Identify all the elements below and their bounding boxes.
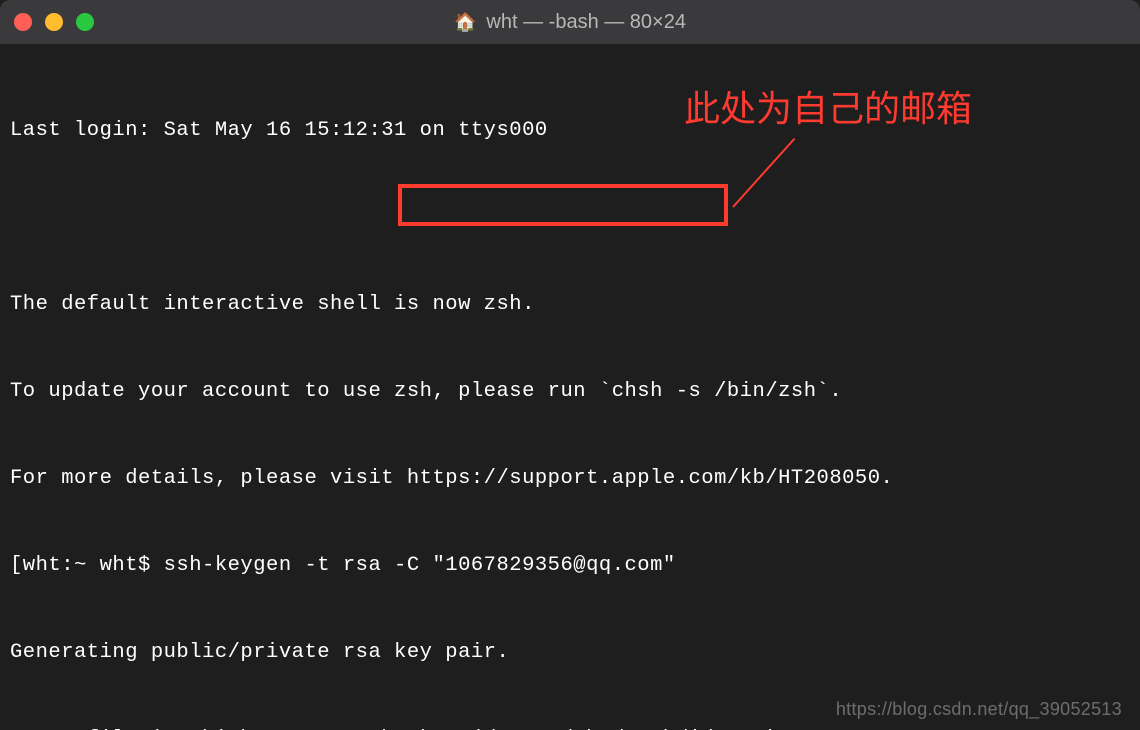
close-button[interactable] [14,13,32,31]
prompt-prefix: [wht:~ wht$ ssh-keygen -t rsa -C [10,554,432,577]
terminal-line: To update your account to use zsh, pleas… [10,377,1130,406]
watermark: https://blog.csdn.net/qq_39052513 [836,699,1122,720]
terminal-window: 🏠 wht — -bash — 80×24 Last login: Sat Ma… [0,0,1140,730]
terminal-line: For more details, please visit https://s… [10,464,1130,493]
terminal-line: Enter file in which to save the key (/Us… [10,725,1130,730]
traffic-lights [14,13,94,31]
minimize-button[interactable] [45,13,63,31]
terminal-line [10,203,1130,232]
terminal-line: The default interactive shell is now zsh… [10,290,1130,319]
terminal-line: Generating public/private rsa key pair. [10,638,1130,667]
titlebar: 🏠 wht — -bash — 80×24 [0,0,1140,44]
home-icon: 🏠 [454,12,476,33]
maximize-button[interactable] [76,13,94,31]
email-argument: "1067829356@qq.com" [432,554,675,577]
terminal-line: Last login: Sat May 16 15:12:31 on ttys0… [10,116,1130,145]
title-text: wht — -bash — 80×24 [486,11,686,34]
window-title: 🏠 wht — -bash — 80×24 [454,11,686,34]
terminal-body[interactable]: Last login: Sat May 16 15:12:31 on ttys0… [0,44,1140,730]
terminal-line: [wht:~ wht$ ssh-keygen -t rsa -C "106782… [10,551,1130,580]
